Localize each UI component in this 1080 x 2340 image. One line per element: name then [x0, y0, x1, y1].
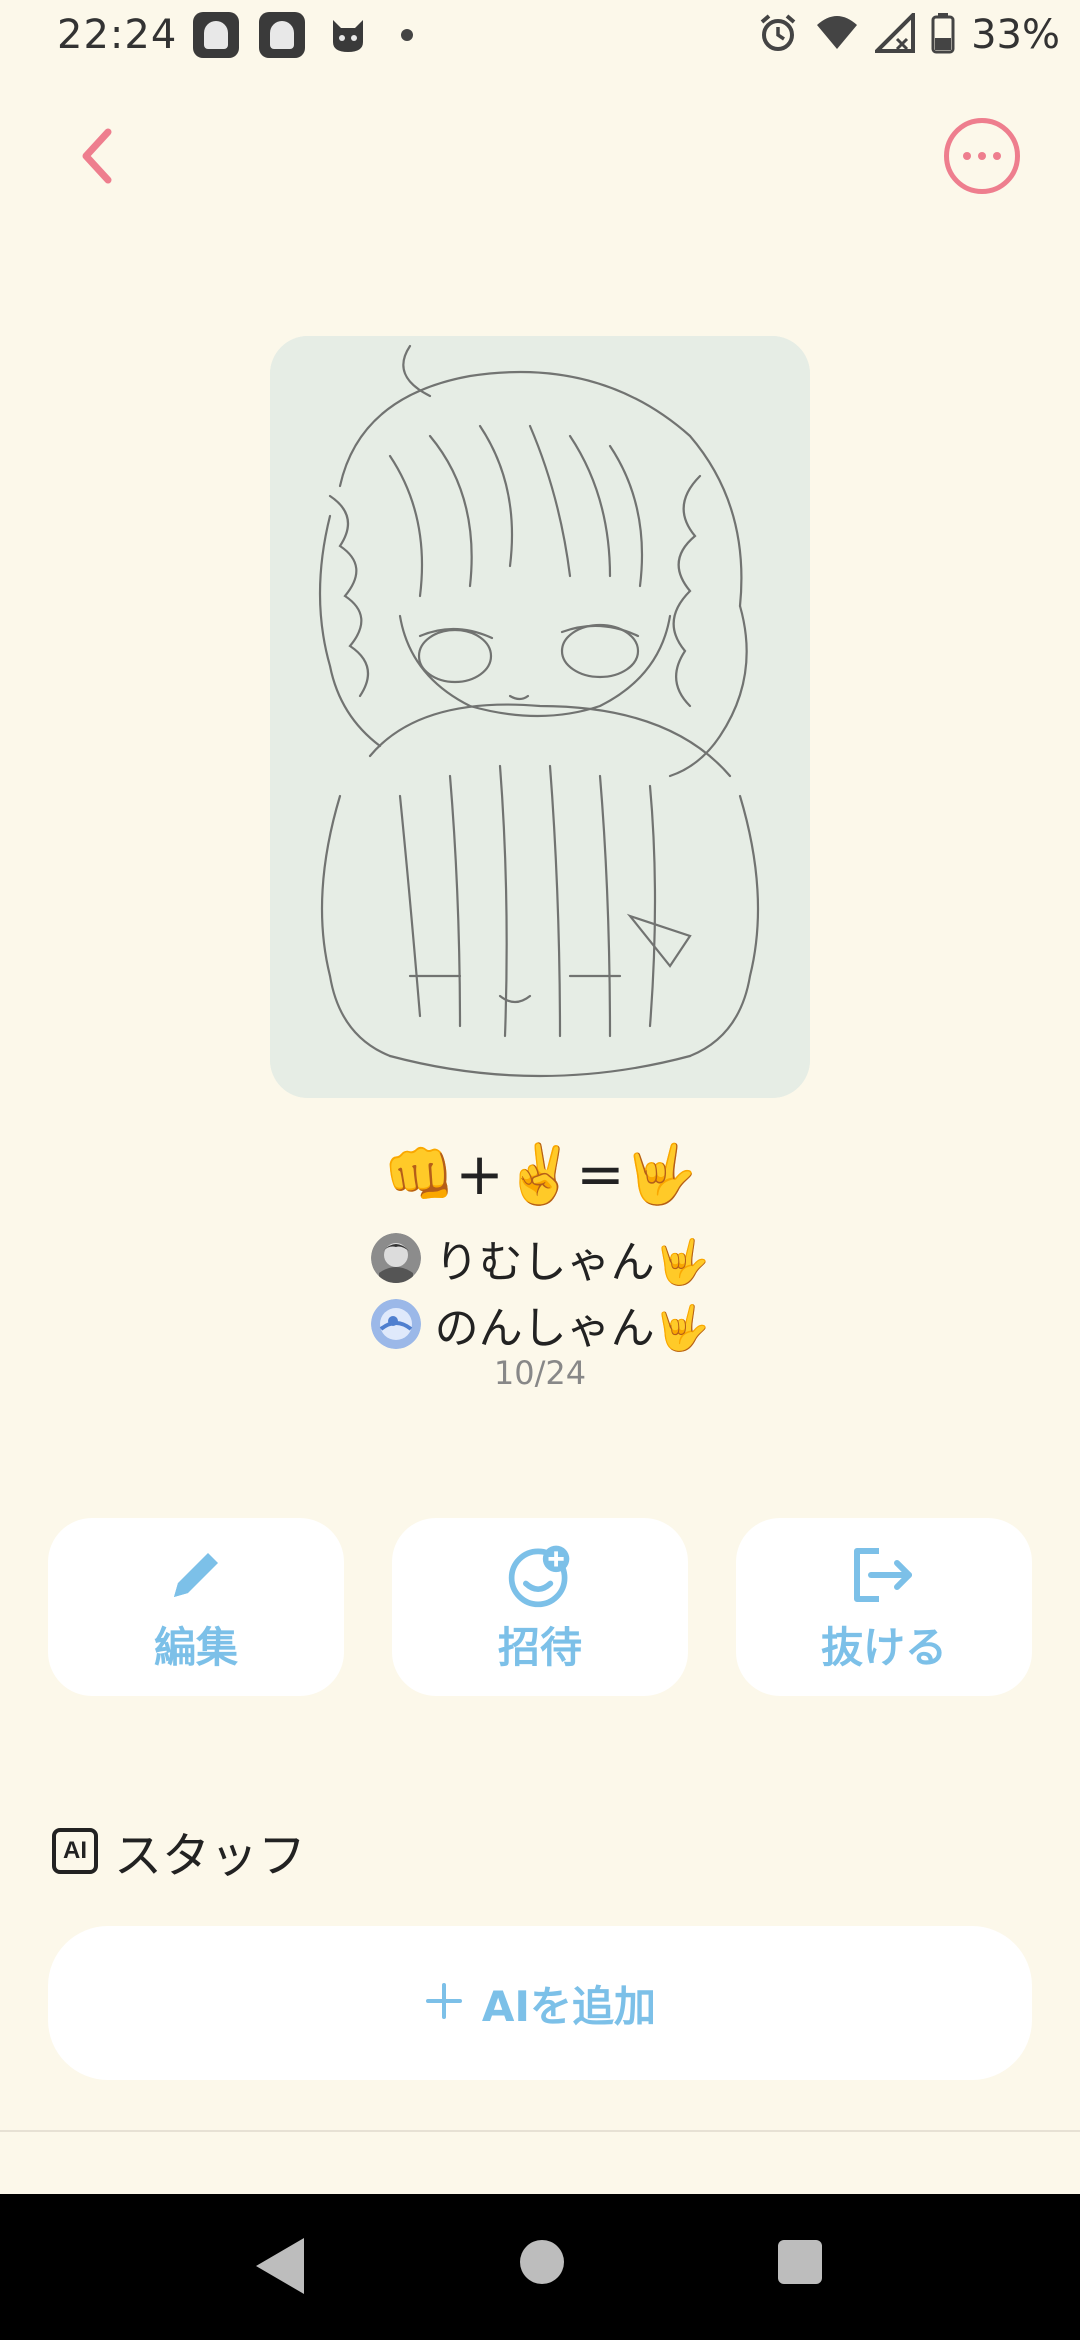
nav-recents-button[interactable]	[778, 2240, 822, 2284]
avatar	[370, 1299, 421, 1349]
app-notification-icon	[193, 12, 239, 58]
pencil-icon	[161, 1540, 231, 1610]
wifi-icon	[815, 13, 859, 57]
avatar	[370, 1233, 421, 1283]
nav-back-button[interactable]	[256, 2238, 304, 2294]
member-name: のんしゃん🤟	[434, 1303, 710, 1354]
battery-percent: 33%	[971, 12, 1060, 58]
leave-button[interactable]: 抜ける	[736, 1518, 1032, 1696]
more-horizontal-icon	[963, 152, 971, 160]
battery-icon	[931, 12, 955, 58]
group-artwork	[270, 336, 810, 1098]
app-notification-icon	[259, 12, 305, 58]
more-options-button[interactable]	[944, 118, 1020, 194]
system-icons: 33%	[757, 10, 1060, 58]
status-time: 22:24	[57, 12, 178, 58]
divider	[0, 2130, 1080, 2132]
invite-label: 招待	[497, 1622, 582, 1672]
system-nav-bar	[0, 2194, 1080, 2340]
nav-home-button[interactable]	[520, 2240, 564, 2284]
alarm-icon	[757, 12, 799, 58]
invite-button[interactable]: 招待	[392, 1518, 688, 1696]
plus-icon	[424, 1976, 464, 2030]
dot-icon	[401, 29, 413, 41]
add-ai-label: AIを追加	[481, 1981, 657, 2031]
back-button[interactable]	[60, 120, 132, 192]
edit-button[interactable]: 編集	[48, 1518, 344, 1696]
exit-icon	[849, 1540, 919, 1610]
chevron-left-icon	[82, 128, 112, 184]
notification-icons	[193, 12, 413, 58]
member-name: りむしゃん🤟	[434, 1237, 710, 1288]
staff-section-header: AI スタッフ	[52, 1816, 306, 1886]
status-bar: 22:24 33%	[0, 0, 1080, 75]
ai-icon: AI	[52, 1828, 98, 1874]
group-date: 10/24	[493, 1354, 587, 1392]
group-title: 👊+✌️=🤟	[383, 1140, 697, 1208]
member-item[interactable]: のんしゃん🤟	[0, 1292, 1080, 1356]
add-ai-button[interactable]: AIを追加	[48, 1926, 1032, 2080]
staff-title: スタッフ	[114, 1828, 307, 1884]
signal-icon	[872, 10, 916, 57]
invite-face-icon	[505, 1540, 575, 1610]
edit-label: 編集	[153, 1622, 238, 1672]
member-item[interactable]: りむしゃん🤟	[0, 1226, 1080, 1290]
cat-icon	[325, 12, 371, 58]
sketch-illustration	[270, 336, 810, 1098]
leave-label: 抜ける	[820, 1622, 947, 1672]
